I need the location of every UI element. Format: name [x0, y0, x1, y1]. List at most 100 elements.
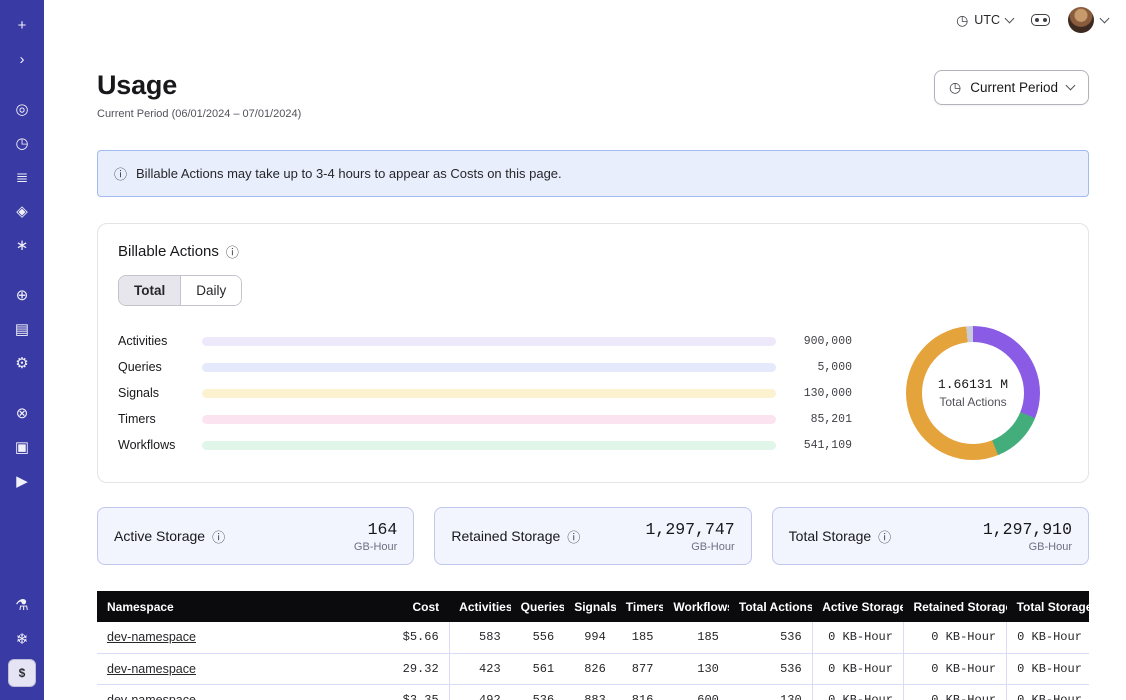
cell-total_actions: 130 — [729, 684, 812, 700]
column-header-total-actions: Total Actions — [729, 591, 812, 622]
cell-cost: $3.35 — [365, 684, 449, 700]
nexus-goggles-icon[interactable] — [1031, 14, 1050, 26]
billable-actions-title-text: Billable Actions — [118, 243, 219, 260]
bar-value: 900,000 — [788, 335, 852, 348]
storage-card-total-storage: Total Storage ⓘ 1,297,910 GB-Hour — [772, 507, 1089, 565]
column-header-namespace: Namespace — [97, 591, 365, 622]
page-header: Usage Current Period (06/01/2024 – 07/01… — [97, 70, 1089, 120]
sidebar: + › ◎ ◷ ≣ ◈ ∗ ⊕ ▤ ⚙ ⊗ ▣ ▶ ⚗ ❄ $ — [0, 0, 44, 700]
storage-card-active-storage: Active Storageⓘ164GB-Hour — [97, 507, 414, 565]
cell-workflows: 600 — [663, 684, 728, 700]
bar-label: Signals — [118, 386, 190, 400]
cell-retained_storage: 0 KB-Hour — [903, 653, 1006, 684]
support-icon[interactable]: ⊗ — [8, 399, 36, 427]
column-header-queries: Queries — [511, 591, 565, 622]
cell-signals: 994 — [564, 622, 616, 653]
cell-activities: 423 — [449, 653, 511, 684]
getting-started-icon[interactable]: ▶ — [8, 467, 36, 495]
deployments-icon[interactable]: ≣ — [8, 163, 36, 191]
period-selector-label: Current Period — [970, 80, 1058, 95]
namespaces-icon[interactable]: ◎ — [8, 95, 36, 123]
bar-value: 5,000 — [788, 361, 852, 374]
namespace-link[interactable]: dev-namespace — [107, 693, 196, 700]
clock-icon: ◷ — [956, 12, 968, 29]
info-icon[interactable]: ⓘ — [567, 527, 580, 546]
storage-unit: GB-Hour — [983, 541, 1072, 553]
storage-cards: Active Storageⓘ164GB-HourRetained Storag… — [97, 507, 1089, 565]
docs-icon[interactable]: ▣ — [8, 433, 36, 461]
cell-cost: 29.32 — [365, 653, 449, 684]
table-row: dev-namespace29.324235618268771305360 KB… — [97, 653, 1089, 684]
chevron-down-icon — [1100, 13, 1110, 23]
cell-timers: 877 — [616, 653, 664, 684]
cell-signals: 826 — [564, 653, 616, 684]
settings-icon[interactable]: ⚙ — [8, 349, 36, 377]
namespace-link[interactable]: dev-namespace — [107, 630, 196, 644]
info-icon[interactable]: ⓘ — [878, 527, 891, 546]
namespaces-table: NamespaceCostActivitiesQueriesSignalsTim… — [97, 591, 1089, 700]
labs-icon[interactable]: ⚗ — [8, 591, 36, 619]
cell-active_storage: 0 KB-Hour — [812, 622, 903, 653]
timezone-selector[interactable]: ◷ UTC — [956, 12, 1013, 29]
storage-card-label: Retained Storageⓘ — [451, 527, 580, 546]
collapse-sidebar-icon[interactable]: › — [8, 45, 36, 73]
bar-track — [202, 337, 776, 346]
cell-active_storage: 0 KB-Hour — [812, 684, 903, 700]
storage-label-text: Active Storage — [114, 528, 205, 544]
bar-track — [202, 389, 776, 398]
schedules-icon[interactable]: ◷ — [8, 129, 36, 157]
billable-actions-title: Billable Actions ⓘ — [118, 242, 1068, 261]
bar-track — [202, 363, 776, 372]
info-icon[interactable]: ⓘ — [226, 242, 239, 261]
info-icon[interactable]: ⓘ — [212, 527, 225, 546]
cloud-icon[interactable]: ⊕ — [8, 281, 36, 309]
column-header-active-storage: Active Storage — [812, 591, 903, 622]
bar-row: Activities900,000 — [118, 328, 852, 354]
info-icon: ⓘ — [114, 164, 127, 183]
cell-total_storage: 0 KB-Hour — [1007, 622, 1089, 653]
donut-chart: 1.66131 M Total Actions — [878, 326, 1068, 460]
page-subtitle: Current Period (06/01/2024 – 07/01/2024) — [97, 108, 301, 120]
page-title: Usage — [97, 70, 301, 101]
table-row: dev-namespace$5.665835569941851855360 KB… — [97, 622, 1089, 653]
cell-cost: $5.66 — [365, 622, 449, 653]
billing-icon[interactable]: ▤ — [8, 315, 36, 343]
topbar: ◷ UTC — [44, 0, 1126, 40]
batch-icon[interactable]: ∗ — [8, 231, 36, 259]
billable-tabs: TotalDaily — [118, 275, 242, 306]
bar-track — [202, 415, 776, 424]
column-header-signals: Signals — [564, 591, 616, 622]
cell-workflows: 130 — [663, 653, 728, 684]
donut-total-label: Total Actions — [939, 395, 1006, 409]
namespace-link[interactable]: dev-namespace — [107, 662, 196, 676]
cell-signals: 883 — [564, 684, 616, 700]
bar-value: 130,000 — [788, 387, 852, 400]
bar-row: Signals 130,000 — [118, 380, 852, 406]
nexus-icon[interactable]: ◈ — [8, 197, 36, 225]
user-menu[interactable] — [1068, 7, 1108, 33]
storage-value: 1,297,747 — [646, 520, 735, 539]
bar-row: Queries5,000 — [118, 354, 852, 380]
column-header-activities: Activities — [449, 591, 511, 622]
cell-active_storage: 0 KB-Hour — [812, 653, 903, 684]
period-selector-button[interactable]: ◷ Current Period — [934, 70, 1089, 105]
cell-timers: 816 — [616, 684, 664, 700]
cell-activities: 583 — [449, 622, 511, 653]
storage-unit: GB-Hour — [646, 541, 735, 553]
cell-retained_storage: 0 KB-Hour — [903, 622, 1006, 653]
temporal-logo-icon[interactable]: + — [8, 11, 36, 39]
tab-daily[interactable]: Daily — [181, 276, 241, 305]
cell-total_actions: 536 — [729, 622, 812, 653]
main-content: Usage Current Period (06/01/2024 – 07/01… — [44, 40, 1126, 700]
cell-total_storage: 0 KB-Hour — [1007, 653, 1089, 684]
cell-total_actions: 536 — [729, 653, 812, 684]
tab-total[interactable]: Total — [119, 276, 181, 305]
donut-total-value: 1.66131 M — [938, 377, 1008, 392]
storage-label-text: Total Storage — [789, 528, 872, 544]
cell-queries: 556 — [511, 622, 565, 653]
theme-icon[interactable]: ❄ — [8, 625, 36, 653]
usage-icon[interactable]: $ — [8, 659, 36, 687]
bar-track — [202, 441, 776, 450]
cell-queries: 536 — [511, 684, 565, 700]
storage-value: 1,297,910 — [983, 520, 1072, 539]
